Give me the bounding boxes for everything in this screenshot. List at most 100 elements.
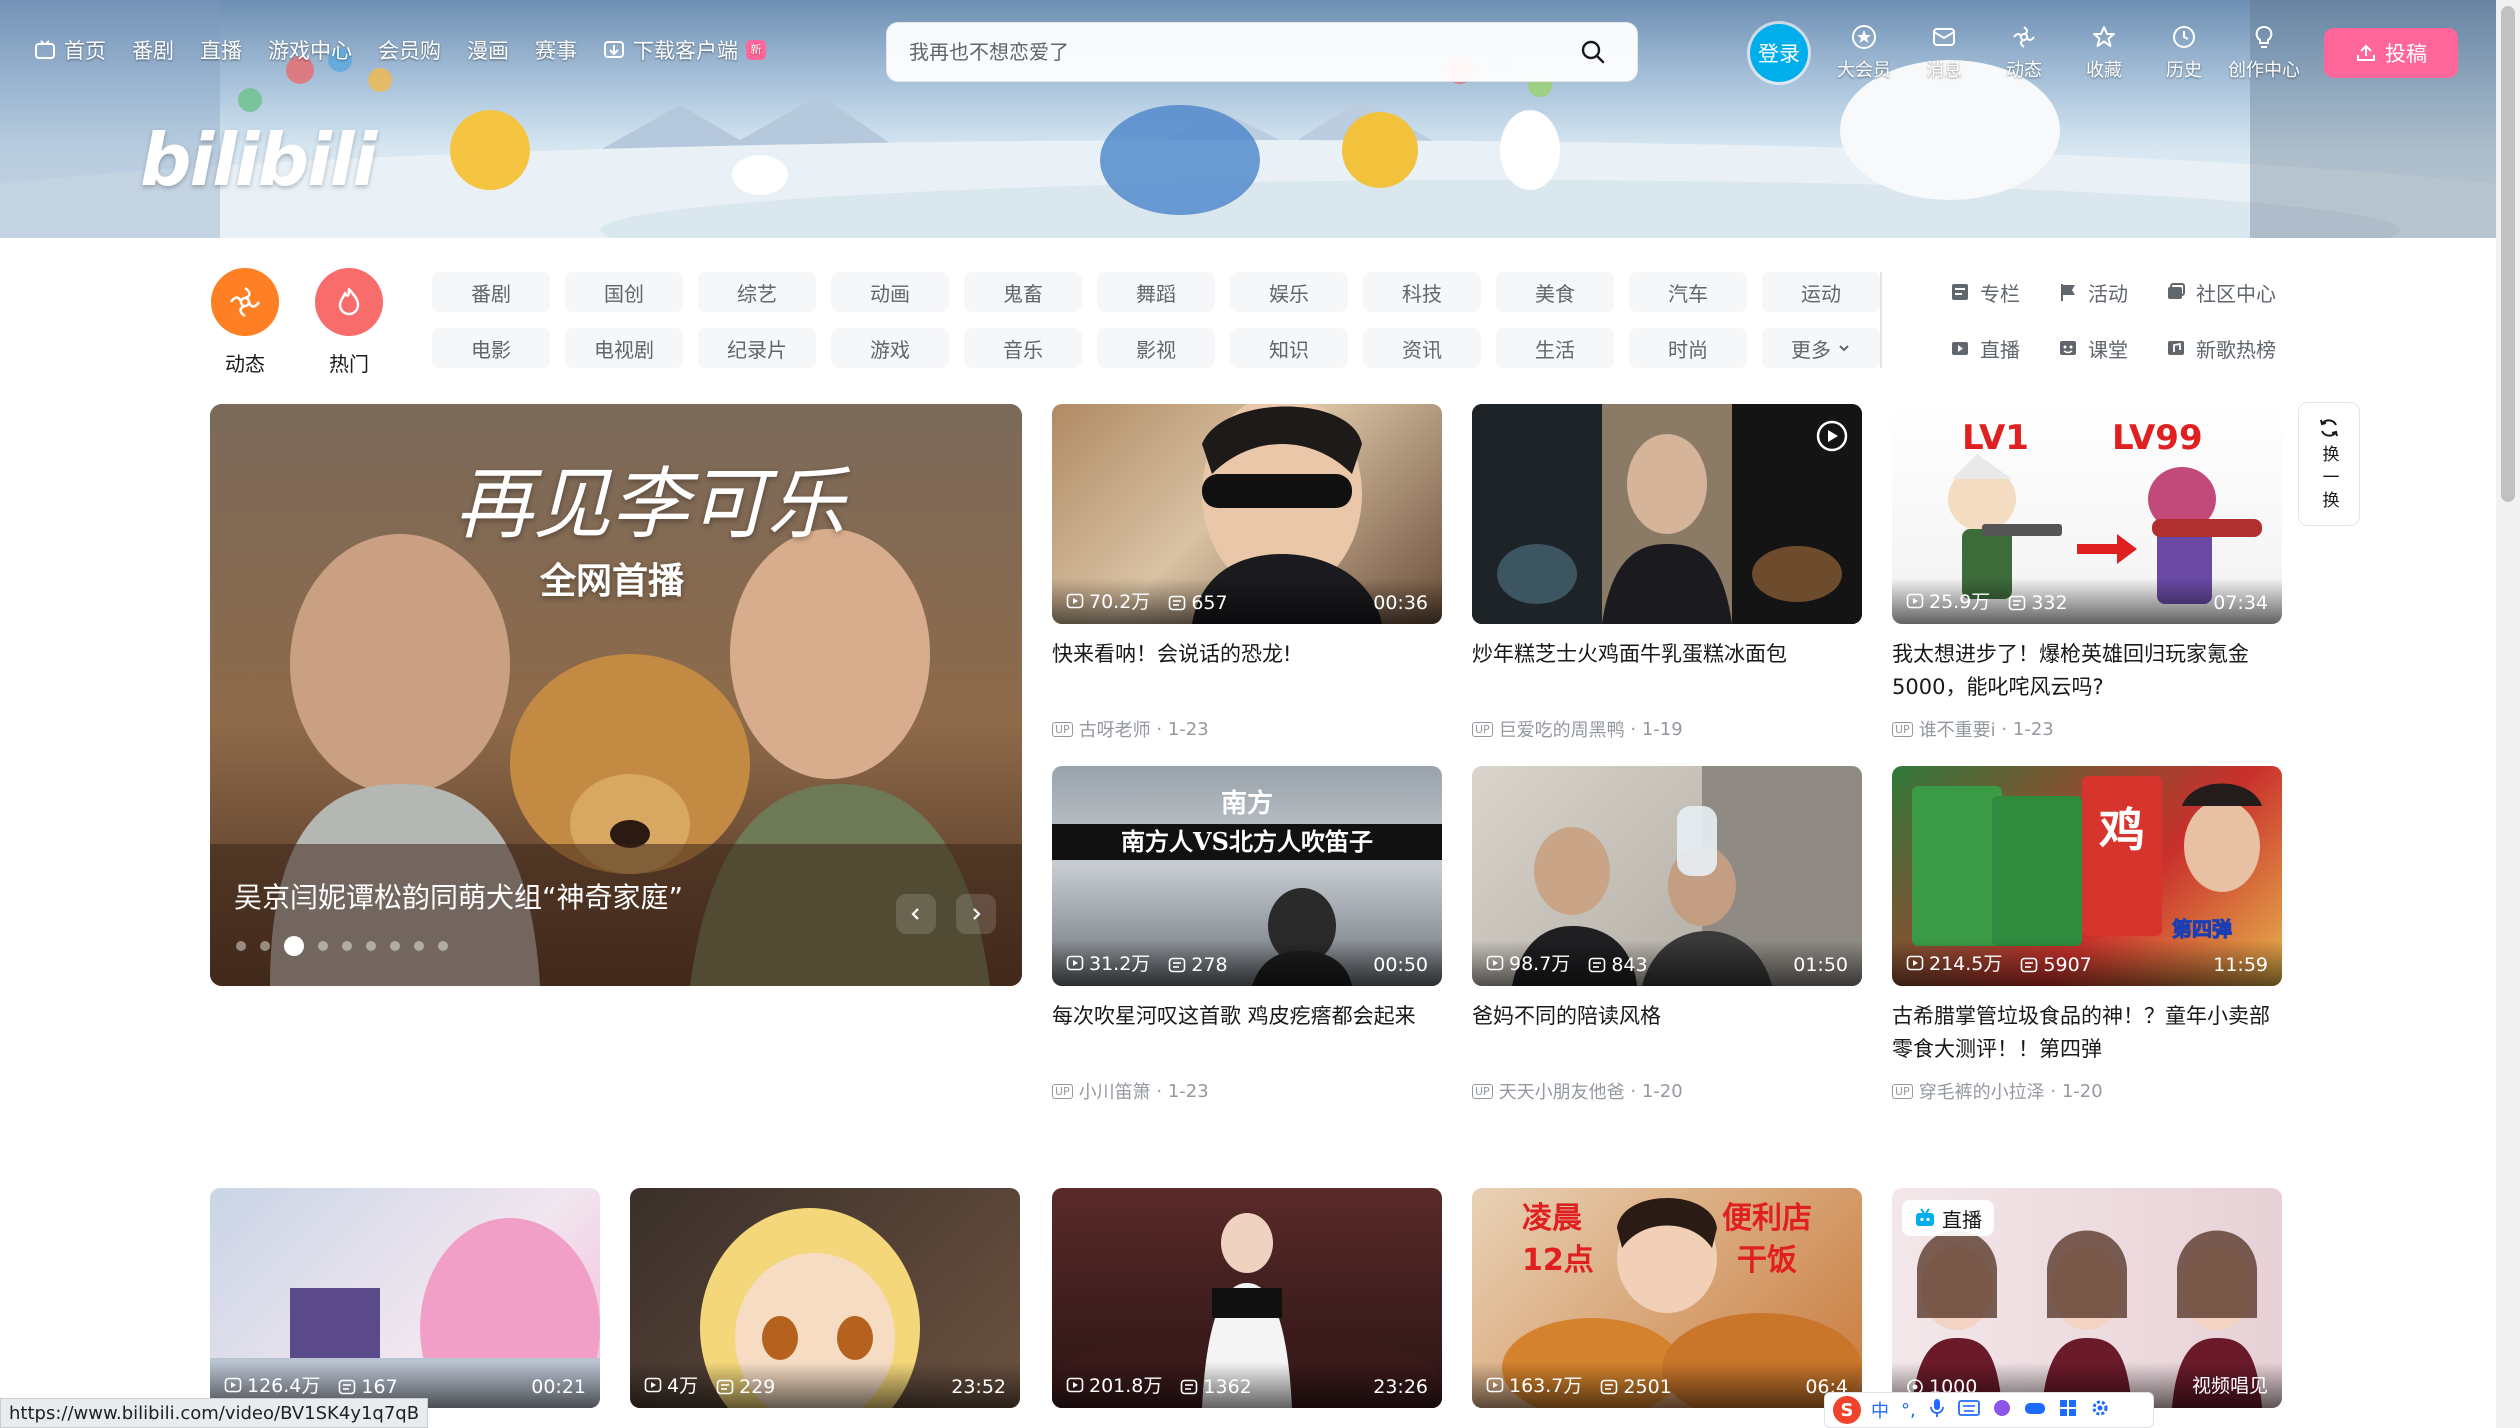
carousel-dot[interactable] <box>366 941 376 951</box>
nav-creator-center[interactable]: 创作中心 <box>2224 24 2304 82</box>
ime-apps-icon[interactable] <box>2058 1398 2078 1423</box>
nav-history[interactable]: 历史 <box>2144 24 2224 82</box>
carousel-dot[interactable] <box>260 941 270 951</box>
carousel-title[interactable]: 吴京闫妮谭松韵同萌犬组“神奇家庭” <box>234 876 683 916</box>
video-thumbnail[interactable]: 98.7万 843 01:50 <box>1472 766 1862 986</box>
video-title[interactable]: 快来看呐！会说话的恐龙! <box>1052 638 1442 704</box>
upload-button[interactable]: 投稿 <box>2324 28 2458 78</box>
carousel-dot[interactable] <box>318 941 328 951</box>
channel-animation[interactable]: 动画 <box>831 272 949 312</box>
nav-message[interactable]: 消息 <box>1904 24 1984 82</box>
video-thumbnail[interactable]: 201.8万 1362 23:26 <box>1052 1188 1442 1408</box>
nav-live[interactable]: 直播 <box>200 35 242 65</box>
login-button[interactable]: 登录 <box>1750 24 1808 82</box>
ime-punctuation-icon[interactable]: °, <box>1901 1400 1916 1421</box>
channel-dynamic[interactable]: 动态 <box>210 268 280 377</box>
video-title[interactable]: 爸妈不同的陪读风格 <box>1472 1000 1862 1066</box>
video-meta[interactable]: UP 小川笛箫 · 1-23 <box>1052 1078 1442 1104</box>
video-thumbnail[interactable]: 126.4万 167 00:21 <box>210 1188 600 1408</box>
channel-food[interactable]: 美食 <box>1496 272 1614 312</box>
channel-bangumi[interactable]: 番剧 <box>432 272 550 312</box>
link-class[interactable]: 课堂 <box>2058 328 2166 368</box>
channel-knowledge[interactable]: 知识 <box>1230 328 1348 368</box>
video-meta[interactable]: UP 穿毛裤的小拉泽 · 1-20 <box>1892 1078 2282 1104</box>
featured-carousel[interactable]: 再见李可乐 全网首播 吴京闫妮谭松韵同萌犬组“神奇家庭” <box>210 404 1022 986</box>
video-card[interactable]: 98.7万 843 01:50 爸妈不同的陪读风格 UP 天天小朋友他爸 · 1… <box>1472 766 1862 1104</box>
channel-tv[interactable]: 电视剧 <box>565 328 683 368</box>
link-community[interactable]: 社区中心 <box>2166 272 2306 312</box>
ime-settings-icon[interactable] <box>2090 1398 2110 1423</box>
video-thumbnail[interactable]: 4万 229 23:52 <box>630 1188 1020 1408</box>
ime-skin-icon[interactable] <box>1992 1398 2012 1423</box>
video-card[interactable]: 4万 229 23:52 <box>630 1188 1020 1408</box>
channel-dance[interactable]: 舞蹈 <box>1097 272 1215 312</box>
carousel-dot[interactable] <box>414 941 424 951</box>
channel-entertainment[interactable]: 娱乐 <box>1230 272 1348 312</box>
channel-life[interactable]: 生活 <box>1496 328 1614 368</box>
search-input[interactable] <box>909 40 1571 64</box>
channel-fashion[interactable]: 时尚 <box>1629 328 1747 368</box>
video-thumbnail[interactable]: 70.2万 657 00:36 <box>1052 404 1442 624</box>
carousel-dot[interactable] <box>284 936 304 956</box>
video-thumbnail[interactable]: 鸡 第四弹 214.5万 5907 11:59 <box>1892 766 2282 986</box>
nav-esports[interactable]: 赛事 <box>535 35 577 65</box>
live-thumbnail[interactable]: 直播 1000 视频唱见 <box>1892 1188 2282 1408</box>
video-card[interactable]: 鸡 第四弹 214.5万 5907 11:59 古希腊掌管垃圾食品的神！？童年小… <box>1892 766 2282 1104</box>
carousel-prev-button[interactable] <box>896 894 936 934</box>
video-thumbnail[interactable]: 凌晨 12点 便利店 干饭 163.7万 2501 06:4 <box>1472 1188 1862 1408</box>
carousel-next-button[interactable] <box>956 894 996 934</box>
video-title[interactable]: 每次吹星河叹这首歌 鸡皮疙瘩都会起来 <box>1052 1000 1442 1066</box>
channel-car[interactable]: 汽车 <box>1629 272 1747 312</box>
channel-kichiku[interactable]: 鬼畜 <box>964 272 1082 312</box>
link-music-chart[interactable]: 新歌热榜 <box>2166 328 2306 368</box>
video-meta[interactable]: UP 巨爱吃的周黑鸭 · 1-19 <box>1472 716 1862 742</box>
video-card[interactable]: LV1 LV99 25.9万 332 07:34 我太想进步了！爆枪英雄回归玩家… <box>1892 404 2282 742</box>
nav-dynamic[interactable]: 动态 <box>1984 24 2064 82</box>
link-activity[interactable]: 活动 <box>2058 272 2166 312</box>
channel-documentary[interactable]: 纪录片 <box>698 328 816 368</box>
scrollbar-thumb[interactable] <box>2501 6 2515 502</box>
link-live[interactable]: 直播 <box>1950 328 2058 368</box>
channel-hot[interactable]: 热门 <box>314 268 384 377</box>
nav-game-center[interactable]: 游戏中心 <box>268 35 352 65</box>
nav-vip[interactable]: 大会员 <box>1824 24 1904 82</box>
video-thumbnail[interactable]: 南方 南方人VS北方人吹笛子 31.2万 278 00:50 <box>1052 766 1442 986</box>
live-card[interactable]: 直播 1000 视频唱见 <box>1892 1188 2282 1408</box>
video-card[interactable]: 201.8万 1362 23:26 <box>1052 1188 1442 1408</box>
nav-download-client[interactable]: 下载客户端 新 <box>603 35 766 65</box>
channel-film[interactable]: 影视 <box>1097 328 1215 368</box>
carousel-dot[interactable] <box>390 941 400 951</box>
link-column[interactable]: 专栏 <box>1950 272 2058 312</box>
search-button[interactable] <box>1571 30 1615 74</box>
video-meta[interactable]: UP 谁不重要i · 1-23 <box>1892 716 2282 742</box>
channel-guochuang[interactable]: 国创 <box>565 272 683 312</box>
page-scrollbar[interactable] <box>2496 0 2520 1428</box>
video-card[interactable]: 凌晨 12点 便利店 干饭 163.7万 2501 06:4 <box>1472 1188 1862 1408</box>
nav-home[interactable]: 首页 <box>34 35 106 65</box>
ime-game-icon[interactable] <box>2024 1399 2046 1422</box>
carousel-dot[interactable] <box>438 941 448 951</box>
channel-sports[interactable]: 运动 <box>1762 272 1880 312</box>
nav-favorites[interactable]: 收藏 <box>2064 24 2144 82</box>
carousel-dot[interactable] <box>236 941 246 951</box>
video-meta[interactable]: UP 古呀老师 · 1-23 <box>1052 716 1442 742</box>
video-card[interactable]: 126.4万 167 00:21 <box>210 1188 600 1408</box>
channel-more[interactable]: 更多 <box>1762 328 1880 368</box>
video-title[interactable]: 古希腊掌管垃圾食品的神！？童年小卖部零食大测评！！第四弹 <box>1892 1000 2282 1066</box>
video-title[interactable]: 我太想进步了！爆枪英雄回归玩家氪金5000，能叱咤风云吗? <box>1892 638 2282 704</box>
ime-keyboard-icon[interactable] <box>1957 1399 1980 1422</box>
video-card[interactable]: 南方 南方人VS北方人吹笛子 31.2万 278 00:50 每次吹星河叹这首歌… <box>1052 766 1442 1104</box>
bilibili-logo[interactable]: bilibili <box>140 118 377 202</box>
ime-language[interactable]: 中 <box>1871 1397 1889 1423</box>
nav-mall[interactable]: 会员购 <box>378 35 441 65</box>
video-meta[interactable]: UP 天天小朋友他爸 · 1-20 <box>1472 1078 1862 1104</box>
nav-anime[interactable]: 番剧 <box>132 35 174 65</box>
video-thumbnail[interactable] <box>1472 404 1862 624</box>
channel-movie[interactable]: 电影 <box>432 328 550 368</box>
video-card[interactable]: 炒年糕芝士火鸡面牛乳蛋糕冰面包 UP 巨爱吃的周黑鸭 · 1-19 <box>1472 404 1862 742</box>
video-title[interactable]: 炒年糕芝士火鸡面牛乳蛋糕冰面包 <box>1472 638 1862 704</box>
channel-news[interactable]: 资讯 <box>1363 328 1481 368</box>
video-thumbnail[interactable]: LV1 LV99 25.9万 332 07:34 <box>1892 404 2282 624</box>
channel-game[interactable]: 游戏 <box>831 328 949 368</box>
channel-variety[interactable]: 综艺 <box>698 272 816 312</box>
